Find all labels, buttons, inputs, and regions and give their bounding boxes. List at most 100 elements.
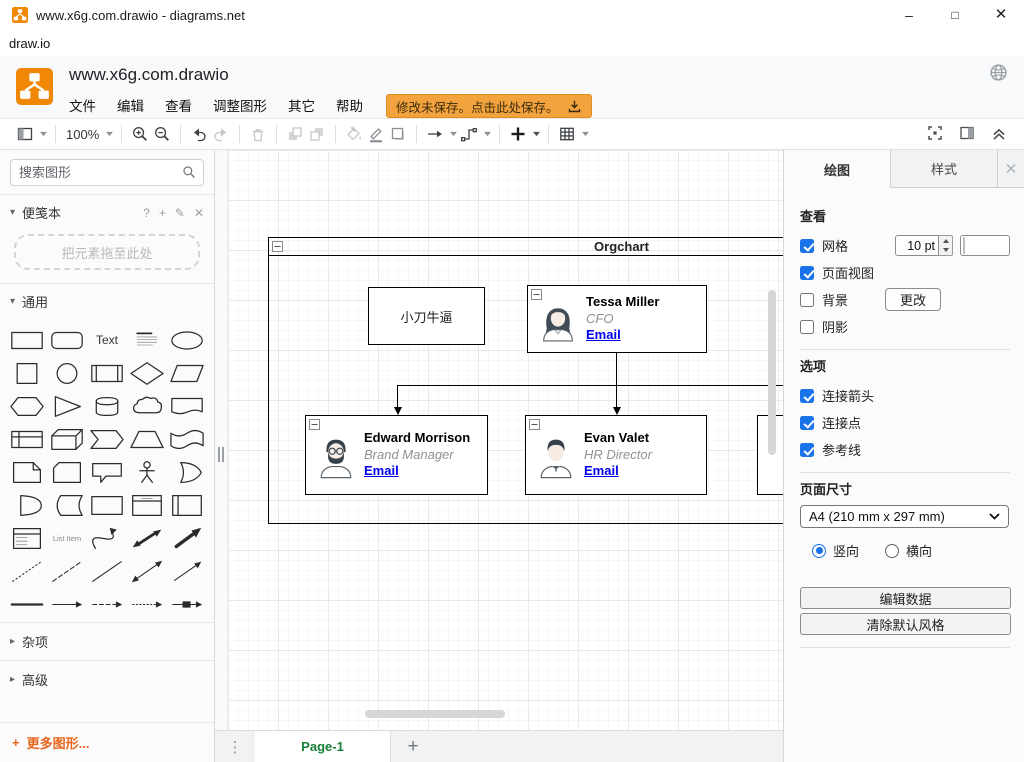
org-node-brand-email-link[interactable]: Email [364, 463, 399, 480]
menu-edit[interactable]: 编辑 [117, 95, 144, 115]
shape-note[interactable] [7, 456, 47, 488]
zoom-caret-icon[interactable] [105, 131, 114, 137]
edge-cfo-down[interactable] [616, 353, 617, 385]
scratchpad-close-icon[interactable]: ✕ [194, 206, 204, 220]
shape-actor[interactable] [127, 456, 167, 488]
menu-view[interactable]: 查看 [165, 95, 192, 115]
fullscreen-icon[interactable] [926, 124, 944, 145]
menu-extras[interactable]: 其它 [288, 95, 315, 115]
shape-rounded-rectangle[interactable] [47, 324, 87, 356]
close-icon[interactable]: ✕ [978, 0, 1024, 30]
shape-dotted-arrow[interactable] [127, 588, 167, 620]
shape-dotted-line[interactable] [7, 555, 47, 587]
app-menubar[interactable]: draw.io [0, 30, 1024, 56]
menu-arrange[interactable]: 调整图形 [213, 95, 267, 115]
org-node-hr-collapse-icon[interactable] [529, 419, 540, 430]
language-globe-icon[interactable] [989, 63, 1008, 82]
org-node-cfo[interactable]: Tessa Miller CFO Email [527, 285, 707, 353]
table-caret-icon[interactable] [581, 131, 590, 137]
connection-points-checkbox[interactable] [800, 416, 814, 430]
connection-style-button[interactable] [424, 121, 446, 147]
background-checkbox[interactable] [800, 293, 814, 307]
scratchpad-header[interactable]: ▾ 便笺本 ? + ✎ ✕ [0, 195, 214, 230]
org-node-hr-email-link[interactable]: Email [584, 463, 619, 480]
shape-step[interactable] [87, 423, 127, 455]
shape-curve[interactable] [87, 522, 127, 554]
shape-circle[interactable] [47, 357, 87, 389]
shape-square[interactable] [7, 357, 47, 389]
orgchart-collapse-icon[interactable] [272, 241, 283, 252]
line-color-button[interactable] [365, 121, 387, 147]
shape-bidirectional-arrow[interactable] [127, 522, 167, 554]
format-panel-toggle-icon[interactable] [958, 124, 976, 145]
org-node-brand-collapse-icon[interactable] [309, 419, 320, 430]
tab-diagram[interactable]: 绘图 [784, 150, 891, 188]
edit-data-button[interactable]: 编辑数据 [800, 587, 1011, 609]
waypoint-style-button[interactable] [458, 121, 480, 147]
landscape-radio[interactable] [885, 544, 899, 558]
shape-container-horizontal[interactable] [167, 489, 207, 521]
canvas-vertical-scrollbar[interactable] [768, 290, 776, 455]
shape-internal-storage[interactable] [7, 423, 47, 455]
table-button[interactable] [556, 121, 578, 147]
view-panels-caret-icon[interactable] [39, 131, 48, 137]
tab-style[interactable]: 样式 [891, 150, 998, 187]
shape-directional-connector[interactable] [167, 555, 207, 587]
portrait-option[interactable]: 竖向 [812, 541, 859, 560]
landscape-option[interactable]: 横向 [885, 541, 932, 560]
shadow-button[interactable] [387, 121, 409, 147]
menu-file[interactable]: 文件 [69, 95, 96, 115]
collapse-header-icon[interactable] [990, 124, 1008, 145]
shape-horizontal-line[interactable] [7, 588, 47, 620]
shape-document[interactable] [167, 390, 207, 422]
shape-container[interactable] [87, 489, 127, 521]
add-page-button[interactable]: + [391, 731, 435, 762]
org-node-brand[interactable]: Edward Morrison Brand Manager Email [305, 415, 488, 495]
scratchpad-add-icon[interactable]: + [159, 206, 166, 220]
shape-diamond[interactable] [127, 357, 167, 389]
grid-color-swatch[interactable] [960, 235, 1010, 256]
shape-cloud[interactable] [127, 390, 167, 422]
more-shapes-button[interactable]: + 更多图形... [0, 722, 214, 762]
edge-horizontal[interactable] [397, 385, 783, 386]
shape-arrow[interactable] [167, 522, 207, 554]
minimize-icon[interactable]: – [886, 0, 932, 30]
app-menu-drawio[interactable]: draw.io [9, 36, 50, 51]
sidebar-resize-strip[interactable] [215, 150, 228, 730]
unsaved-changes-banner[interactable]: 修改未保存。点击此处保存。 [386, 94, 592, 118]
section-misc-header[interactable]: ▸ 杂项 [0, 622, 214, 660]
shape-dashed-line[interactable] [47, 555, 87, 587]
edge-to-hr[interactable] [616, 385, 617, 408]
shape-list[interactable] [7, 522, 47, 554]
zoom-level[interactable]: 100% [63, 127, 102, 142]
shape-and[interactable] [7, 489, 47, 521]
view-panels-button[interactable] [14, 121, 36, 147]
portrait-radio[interactable] [812, 544, 826, 558]
shape-triangle[interactable] [47, 390, 87, 422]
org-node-cfo-email-link[interactable]: Email [586, 327, 621, 344]
section-advanced-collapse-icon[interactable]: ▸ [10, 674, 22, 685]
guides-checkbox[interactable] [800, 443, 814, 457]
clear-default-style-button[interactable]: 清除默认风格 [800, 613, 1011, 635]
shape-rectangle[interactable] [7, 324, 47, 356]
scratchpad-help-icon[interactable]: ? [143, 206, 150, 220]
grid-checkbox[interactable] [800, 239, 814, 253]
undo-button[interactable] [188, 121, 210, 147]
shape-text[interactable]: Text [87, 324, 127, 356]
shape-search-input[interactable] [10, 159, 204, 186]
page-tab[interactable]: Page-1 [255, 731, 391, 762]
shape-parallelogram[interactable] [167, 357, 207, 389]
menu-help[interactable]: 帮助 [336, 95, 363, 115]
shape-process[interactable] [87, 357, 127, 389]
page-view-checkbox[interactable] [800, 266, 814, 280]
shape-link[interactable] [167, 588, 207, 620]
maximize-icon[interactable]: □ [932, 0, 978, 30]
format-panel-close-icon[interactable]: ✕ [998, 150, 1024, 187]
shape-ellipse[interactable] [167, 324, 207, 356]
shape-tape[interactable] [167, 423, 207, 455]
connection-arrows-checkbox[interactable] [800, 389, 814, 403]
pages-menu-icon[interactable]: ⋮ [215, 731, 255, 762]
scratchpad-edit-icon[interactable]: ✎ [175, 206, 185, 220]
org-node-ceo[interactable]: 小刀牛逼 [368, 287, 485, 345]
fill-color-button[interactable] [343, 121, 365, 147]
